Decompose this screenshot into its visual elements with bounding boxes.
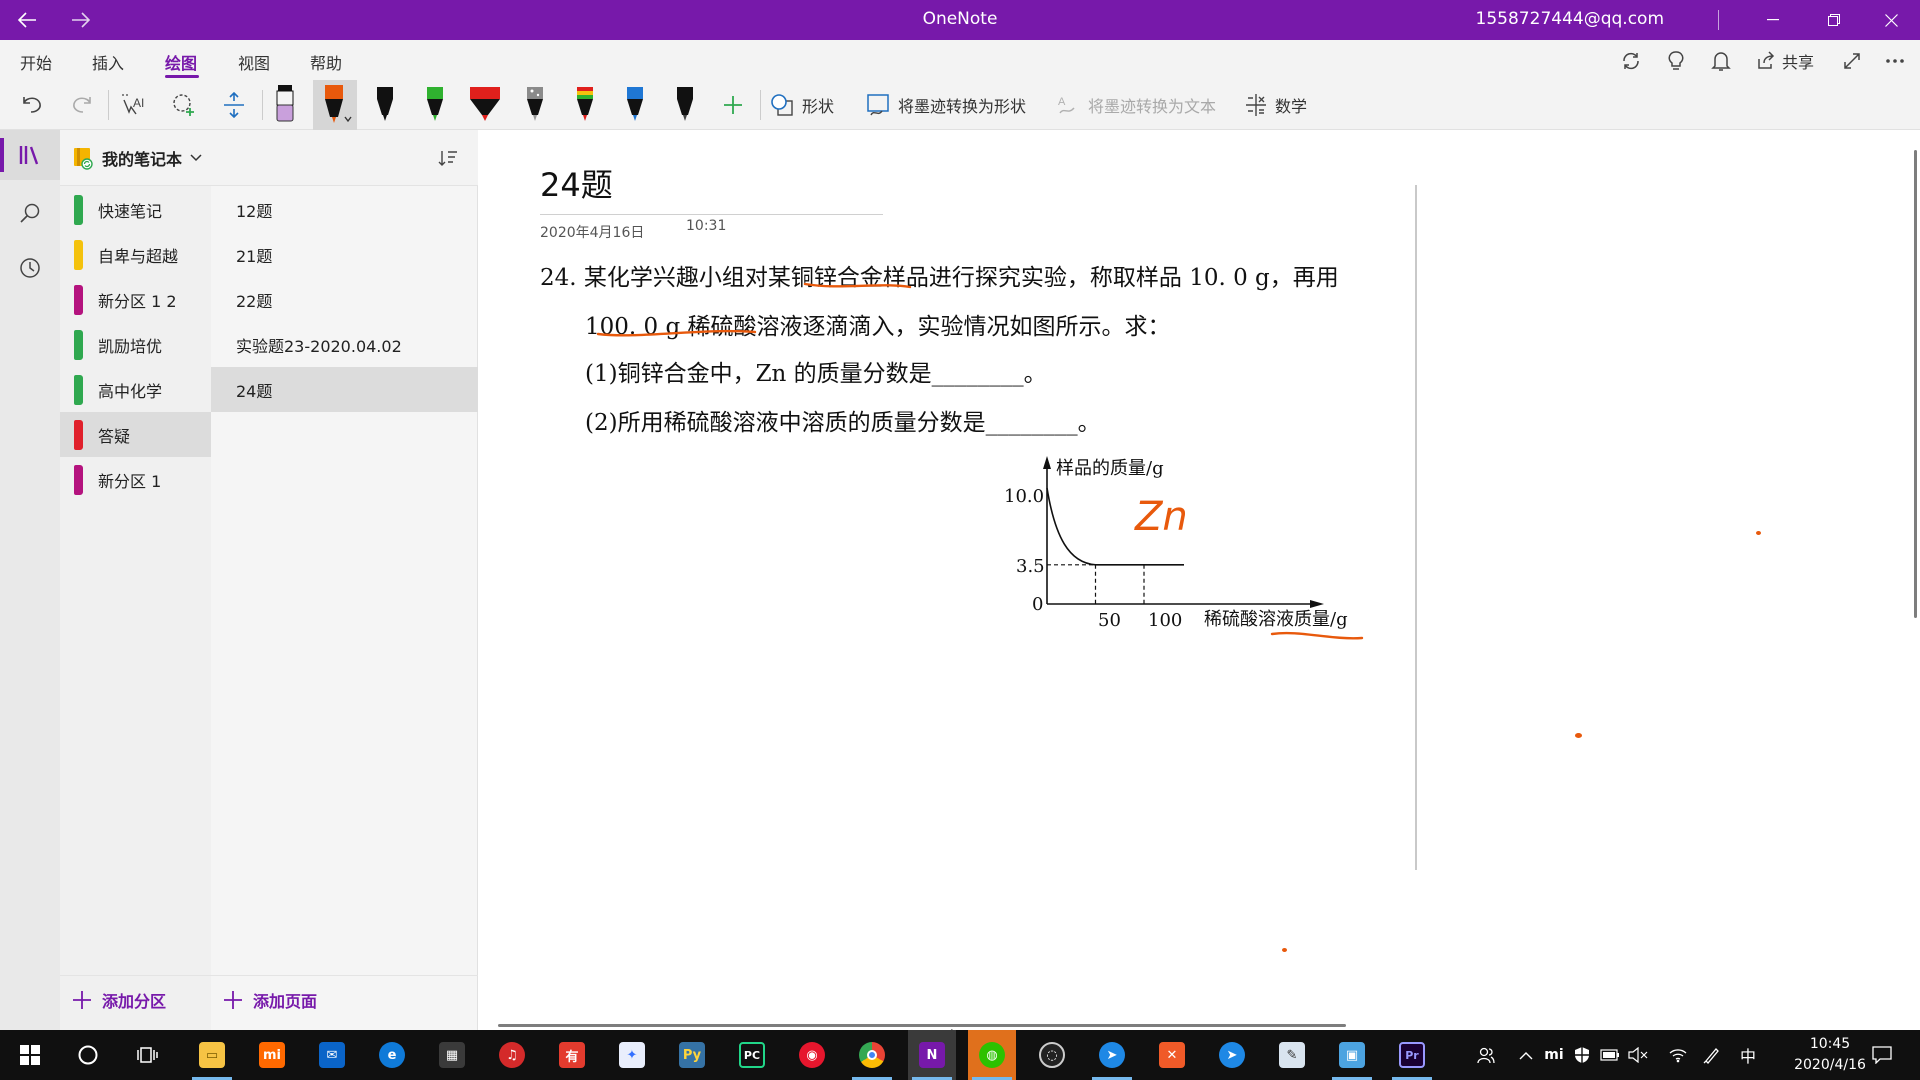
y-axis-arrow: [1043, 456, 1051, 469]
premiere-icon[interactable]: Pr: [1388, 1030, 1436, 1080]
y-axis-label: 样品的质量/g: [1056, 458, 1164, 479]
store-icon[interactable]: ▦: [428, 1030, 476, 1080]
battery-icon[interactable]: [1598, 1030, 1622, 1080]
people-icon[interactable]: [1470, 1030, 1502, 1080]
notepad-icon[interactable]: ✎: [1268, 1030, 1316, 1080]
obs-icon[interactable]: ◌: [1028, 1030, 1076, 1080]
volume-muted-icon[interactable]: [1626, 1030, 1650, 1080]
edge-browser-icon[interactable]: e: [368, 1030, 416, 1080]
dingtalk-icon[interactable]: ➤: [1088, 1030, 1136, 1080]
horizontal-scrollbar[interactable]: [498, 1024, 1346, 1027]
weibo-icon[interactable]: ◉: [788, 1030, 836, 1080]
chevron-up-icon[interactable]: [1515, 1030, 1537, 1080]
ink-annotations: [596, 282, 1364, 640]
security-shield-icon[interactable]: [1570, 1030, 1594, 1080]
python-icon[interactable]: Py: [668, 1030, 716, 1080]
x-axis-arrow: [1310, 600, 1324, 608]
wechat-icon[interactable]: ◍: [968, 1030, 1016, 1080]
x-tick-label: 50: [1098, 610, 1121, 631]
xmind-icon[interactable]: ✕: [1148, 1030, 1196, 1080]
ink-dot: [1282, 948, 1287, 952]
y-tick-label: 0: [1032, 594, 1043, 615]
windows-start-icon[interactable]: [6, 1030, 54, 1080]
x-axis-label: 稀硫酸溶液质量/g: [1204, 609, 1348, 630]
netease-music-icon[interactable]: ♫: [488, 1030, 536, 1080]
ink-underline: [803, 282, 912, 289]
y-tick-label: 10.0: [1004, 486, 1044, 507]
control-panel-icon[interactable]: ▣: [1328, 1030, 1376, 1080]
dingtalk-secondary-icon[interactable]: ➤: [1208, 1030, 1256, 1080]
chrome-icon[interactable]: [848, 1030, 896, 1080]
task-view-icon[interactable]: [124, 1030, 172, 1080]
pen-workspace-icon[interactable]: [1700, 1030, 1724, 1080]
x-tick-label: 100: [1148, 610, 1182, 631]
ink-dot: [1756, 531, 1761, 535]
ime-indicator[interactable]: 中: [1736, 1030, 1760, 1080]
question-figure-chart: 样品的质量/g 稀硫酸溶液质量/g 10.0 3.5 0 50 100 Zn: [1004, 456, 1348, 631]
file-explorer-icon[interactable]: ▭: [188, 1030, 236, 1080]
wifi-icon[interactable]: [1666, 1030, 1690, 1080]
y-tick-label: 3.5: [1016, 556, 1045, 577]
mi-tray-icon[interactable]: mi: [1542, 1030, 1566, 1080]
youdao-dictionary-icon[interactable]: 有: [548, 1030, 596, 1080]
pycharm-icon[interactable]: PC: [728, 1030, 776, 1080]
handwritten-zn: Zn: [1134, 494, 1188, 540]
onenote-icon[interactable]: N: [908, 1030, 956, 1080]
mi-app-icon[interactable]: mi: [248, 1030, 296, 1080]
mail-icon[interactable]: ✉: [308, 1030, 356, 1080]
notification-center-icon[interactable]: [1862, 1030, 1902, 1080]
windows-taskbar: ▭ mi ✉ e ▦ ♫ 有 ✦ Py PC ◉ N ◍ ◌ ➤ ✕ ➤ ✎ ▣…: [0, 1030, 1920, 1080]
vertical-scrollbar[interactable]: [1914, 150, 1917, 618]
cortana-search-icon[interactable]: [64, 1030, 112, 1080]
ink-dot: [1575, 733, 1582, 738]
ink-underline: [596, 329, 757, 337]
feishu-icon[interactable]: ✦: [608, 1030, 656, 1080]
dashed-guides: [1047, 564, 1145, 604]
